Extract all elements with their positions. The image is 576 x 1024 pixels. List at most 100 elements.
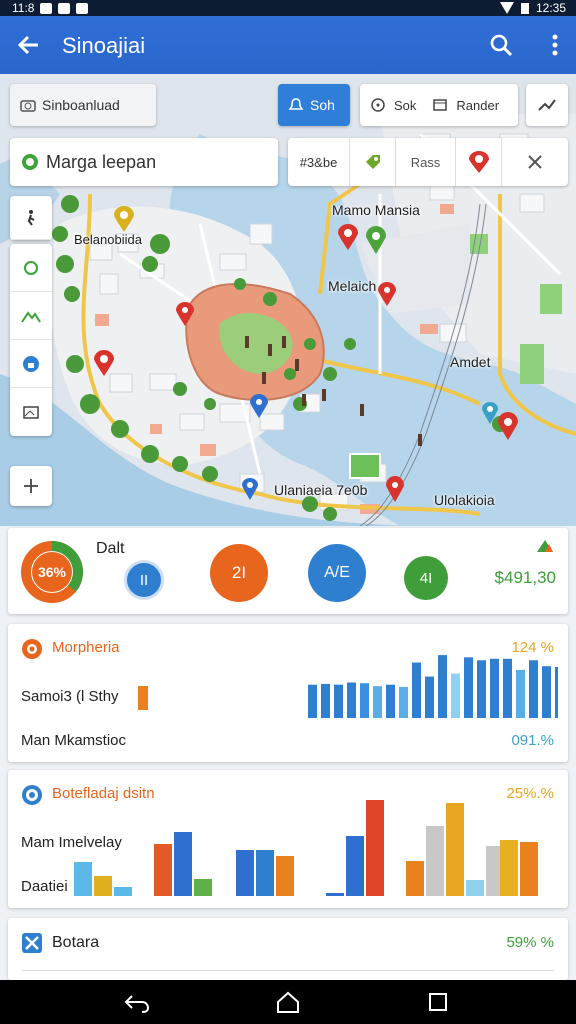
chart-bar [346,836,364,896]
location-chip-label: Sinboanluad [42,97,120,113]
refresh-icon [24,260,38,275]
photo-button[interactable] [10,388,52,436]
clock-icon[interactable] [370,97,386,113]
chart-bar [399,686,408,718]
chart-bar [451,673,460,718]
chart-bar [503,658,512,718]
search-bar[interactable]: Marga leepan [10,138,278,186]
layers-icon[interactable] [432,97,448,113]
map-pin-icon[interactable] [250,394,268,418]
home-nav-icon[interactable] [276,990,300,1014]
chart-bar [373,686,382,718]
toolbar-options: Sok Rander [360,84,518,126]
chart-bar [500,840,518,896]
map-pin-icon[interactable] [378,282,396,306]
search-icon[interactable] [486,30,516,60]
map-pin-icon[interactable] [366,226,386,254]
layer-controls [10,244,52,436]
tag-button[interactable] [350,138,396,186]
metric-c[interactable]: A/E [308,544,366,602]
sort-button[interactable]: Soh [278,84,350,126]
status-bar: 11:8 12:35 [0,0,576,16]
map-pin-icon[interactable] [176,302,194,326]
search-tabs: #3&be Rass [288,138,568,186]
walk-icon [27,209,35,226]
arrow-left-icon[interactable] [14,30,44,60]
render-option[interactable]: Rander [456,98,499,113]
chart-bar [154,844,172,896]
map-label: Ulaniaeia 7e0b [274,482,368,498]
refresh-button[interactable] [10,244,52,292]
chart-bar [542,666,551,718]
terrain-button[interactable] [10,292,52,340]
camera-icon [20,100,36,112]
map-label: Belanobiida [74,232,142,247]
chart-bar [555,666,558,718]
sort-option[interactable]: Sok [394,98,416,113]
percent-bottom: 091.% [511,732,554,749]
map-label: Melaich [328,278,377,294]
map-pin-icon[interactable] [338,224,358,250]
panel-botara: Botara 59% % [8,918,568,980]
chart-bar [446,803,464,896]
chart-bar [466,880,484,896]
map-pin-icon[interactable] [386,476,404,502]
zoom-in-button[interactable] [10,466,52,506]
map-pin-icon[interactable] [242,478,258,500]
tab-pass[interactable]: Rass [396,138,456,186]
recents-nav-icon[interactable] [428,992,448,1012]
tab-stats[interactable]: #3&be [288,138,350,186]
location-chip[interactable]: Sinboanluad [10,84,156,126]
close-icon [528,155,542,169]
terrain-icon [21,310,41,323]
grouped-bar-chart [74,800,538,896]
target-icon [22,639,42,659]
metric-a[interactable]: II [124,560,164,600]
chart-bar [276,856,294,896]
chart-bar [74,862,92,896]
status-left-text: 11:8 [12,1,35,15]
map-pin-icon [468,151,489,173]
map-label: Mamo Mansia [332,202,420,218]
close-button[interactable] [502,138,568,186]
notification-icon [58,2,71,14]
row-label: Man Mkamstioc [21,732,127,749]
chart-bar [529,660,538,718]
map-pin-icon[interactable] [498,412,518,440]
chart-bar [425,676,434,718]
chart-bar [366,800,384,896]
chart-bar [308,684,317,718]
summary-card: 36% Dalt II 2I A/E 4I $491,30 [8,528,568,614]
map-pin-icon[interactable] [482,402,498,424]
map-pin-icon[interactable] [94,350,114,376]
percent: 59% % [506,934,554,951]
map-pin-icon[interactable] [114,206,134,232]
filter-button[interactable] [526,84,568,126]
chart-bar [256,850,274,896]
walk-button[interactable] [10,196,52,240]
divider [22,970,554,971]
chart-bar [326,893,344,896]
chart-bar [347,682,356,718]
lock-button[interactable] [10,340,52,388]
plus-icon [24,479,38,493]
metric-d[interactable]: 4I [404,556,448,600]
chart-bar [94,876,112,896]
chart-bar [236,850,254,896]
more-vert-icon[interactable] [540,30,570,60]
bell-icon [288,98,304,110]
system-nav-bar [0,980,576,1024]
chart-icon [537,540,553,552]
map-view[interactable]: Mamo Mansia Belanobiida Melaich Amdet Ul… [0,74,576,526]
chart-bar [520,842,538,896]
metric-b[interactable]: 2I [210,544,268,602]
pin-button[interactable] [456,138,502,186]
chart-bar [464,657,473,718]
row-label: Daatiei [21,878,68,895]
back-nav-icon[interactable] [124,992,150,1014]
chart-bar [321,683,330,718]
sort-button-label: Soh [310,97,335,113]
chart-bar [114,887,132,896]
chart-bar [516,669,525,718]
map-label: Ulolakioia [434,492,495,508]
